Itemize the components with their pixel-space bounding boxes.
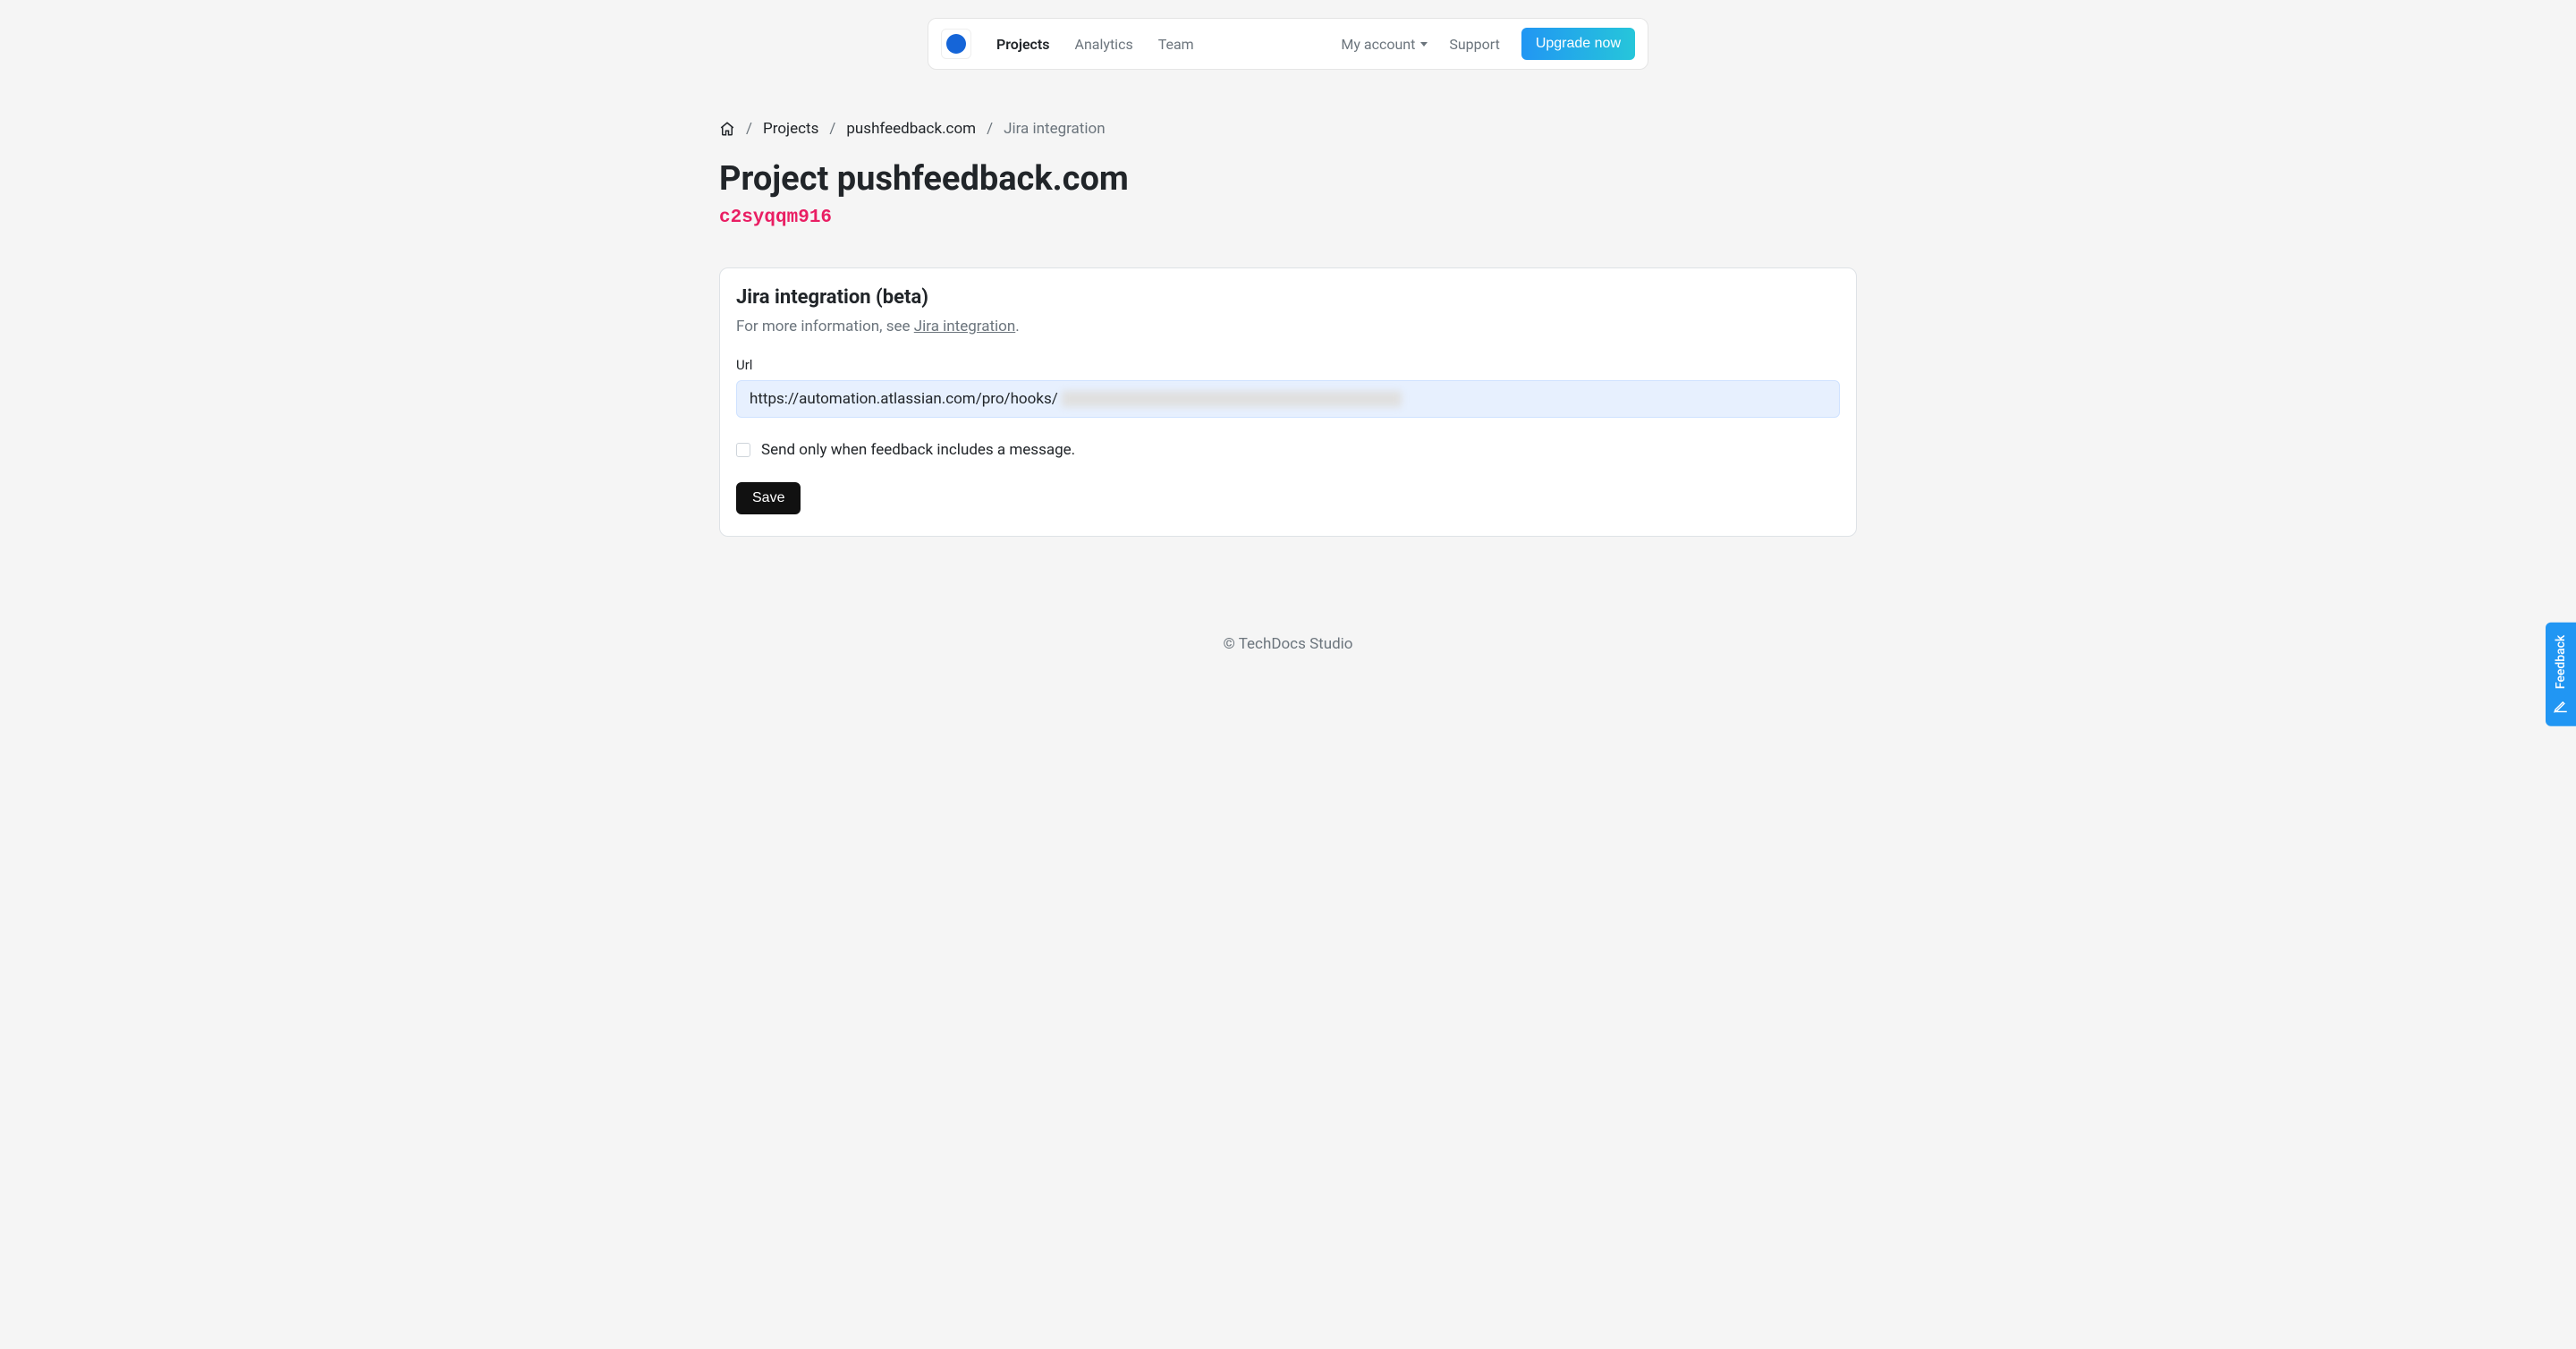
nav-projects[interactable]: Projects	[996, 36, 1050, 53]
home-icon[interactable]	[719, 121, 735, 137]
url-input[interactable]: https://automation.atlassian.com/pro/hoo…	[736, 380, 1840, 418]
chevron-down-icon	[1420, 42, 1428, 47]
url-value-visible: https://automation.atlassian.com/pro/hoo…	[750, 390, 1058, 408]
checkbox-label: Send only when feedback includes a messa…	[761, 441, 1075, 459]
checkbox-row: Send only when feedback includes a messa…	[736, 441, 1840, 459]
breadcrumb-separator: /	[746, 120, 752, 138]
top-navigation-inner: Projects Analytics Team My account Suppo…	[928, 18, 1648, 70]
card-title: Jira integration (beta)	[736, 286, 1840, 309]
project-id: c2syqqm916	[719, 208, 1857, 228]
breadcrumb-separator: /	[829, 120, 835, 138]
page-title: Project pushfeedback.com	[719, 159, 1857, 199]
top-navigation: Projects Analytics Team My account Suppo…	[0, 0, 2576, 70]
nav-team[interactable]: Team	[1158, 36, 1194, 53]
nav-analytics[interactable]: Analytics	[1075, 36, 1133, 53]
footer: © TechDocs Studio	[0, 635, 2576, 689]
feedback-label: Feedback	[2554, 635, 2568, 689]
card-desc-suffix: .	[1015, 318, 1019, 335]
breadcrumb-projects[interactable]: Projects	[763, 120, 818, 138]
save-button[interactable]: Save	[736, 482, 801, 514]
breadcrumb: / Projects / pushfeedback.com / Jira int…	[719, 120, 1857, 138]
my-account-dropdown[interactable]: My account	[1341, 36, 1428, 53]
logo-circle-icon	[946, 34, 966, 54]
main-container: / Projects / pushfeedback.com / Jira int…	[708, 120, 1868, 537]
send-only-with-message-checkbox[interactable]	[736, 443, 750, 457]
upgrade-button[interactable]: Upgrade now	[1521, 28, 1635, 60]
breadcrumb-separator: /	[987, 120, 993, 138]
card-description: For more information, see Jira integrati…	[736, 318, 1840, 335]
edit-icon	[2553, 698, 2569, 714]
breadcrumb-current: Jira integration	[1004, 120, 1106, 138]
jira-integration-card: Jira integration (beta) For more informa…	[719, 267, 1857, 537]
nav-right: My account Support Upgrade now	[1341, 28, 1635, 60]
card-desc-prefix: For more information, see	[736, 318, 914, 335]
nav-left: Projects Analytics Team	[941, 29, 1194, 59]
nav-support[interactable]: Support	[1449, 36, 1499, 53]
jira-integration-link[interactable]: Jira integration	[914, 318, 1016, 335]
url-field-label: Url	[736, 357, 1840, 373]
app-logo[interactable]	[941, 29, 971, 59]
my-account-label: My account	[1341, 36, 1415, 53]
feedback-tab[interactable]: Feedback	[2546, 623, 2576, 726]
url-value-redacted	[1062, 391, 1402, 407]
breadcrumb-project-name[interactable]: pushfeedback.com	[846, 120, 976, 138]
